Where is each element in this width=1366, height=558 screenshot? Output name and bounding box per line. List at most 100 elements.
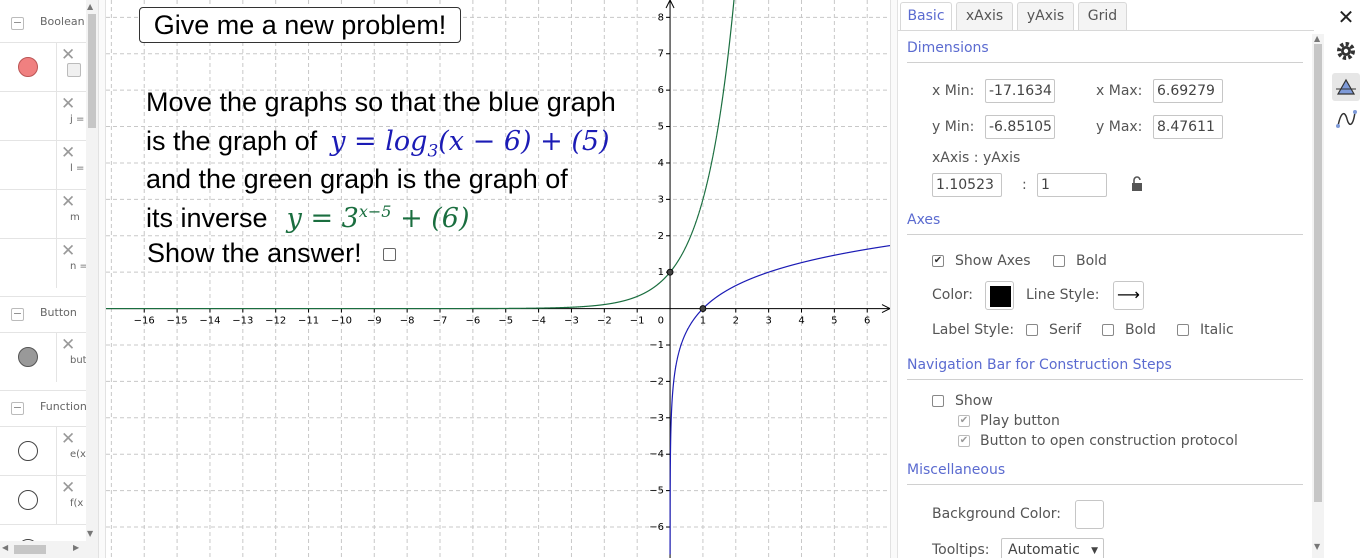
category-label: Button xyxy=(40,306,77,319)
scroll-left-icon[interactable]: ◀ xyxy=(2,543,8,552)
delete-icon[interactable]: ✕ xyxy=(61,145,75,162)
close-icon[interactable]: ✕ xyxy=(1332,3,1360,31)
lock-icon[interactable] xyxy=(1130,176,1146,192)
scroll-up-icon[interactable]: ▲ xyxy=(87,2,93,11)
show-answer-checkbox[interactable] xyxy=(383,248,396,261)
row-definition: l = xyxy=(70,163,85,174)
formula-superscript: x−5 xyxy=(358,202,392,221)
x-tick-label: −6 xyxy=(465,316,480,327)
visibility-marble-icon[interactable] xyxy=(18,441,38,461)
checkbox-icon[interactable] xyxy=(67,63,81,77)
category-boolean[interactable]: − Boolean xyxy=(0,6,86,40)
xmin-label: x Min: xyxy=(932,83,975,99)
new-problem-button[interactable]: Give me a new problem! xyxy=(139,7,461,43)
xmin-field[interactable]: -17.1634 xyxy=(985,79,1055,103)
protocol-checkbox[interactable]: ✔ xyxy=(958,435,970,447)
bg-color-button[interactable] xyxy=(1075,500,1104,529)
delete-icon[interactable]: ✕ xyxy=(61,47,75,64)
collapse-toggle-icon[interactable]: − xyxy=(11,308,24,321)
scroll-down-icon[interactable]: ▼ xyxy=(1314,542,1320,551)
delete-icon[interactable]: ✕ xyxy=(61,480,75,497)
y-tick-label: 7 xyxy=(658,49,664,60)
label-style-label: Label Style: xyxy=(932,322,1015,338)
algebra-row[interactable]: ✕ j = xyxy=(0,91,86,141)
tab-xaxis[interactable]: xAxis xyxy=(956,2,1013,30)
tab-yaxis[interactable]: yAxis xyxy=(1017,2,1074,30)
properties-scrollbar[interactable]: ▲ ▼ xyxy=(1312,34,1324,558)
algebra-row[interactable]: ✕ l = xyxy=(0,140,86,190)
xmax-field[interactable]: 6.69279 xyxy=(1153,79,1223,103)
row-definition: but xyxy=(70,355,87,366)
graphics-view-icon[interactable] xyxy=(1332,73,1360,101)
scroll-down-icon[interactable]: ▼ xyxy=(87,529,93,538)
scroll-thumb[interactable] xyxy=(1314,44,1322,502)
bold-label-checkbox[interactable] xyxy=(1102,324,1114,336)
show-axes-checkbox[interactable]: ✔ xyxy=(932,255,944,267)
scroll-right-icon[interactable]: ▶ xyxy=(73,543,79,552)
intersection-point xyxy=(666,268,674,276)
y-tick-label: 5 xyxy=(658,122,664,133)
ymax-field[interactable]: 8.47611 xyxy=(1153,115,1223,139)
graph-canvas[interactable]: −16 −15 −14 −13 −12 −11 −10 −9 −8 −7 −6 −5 −4 −3 −2 −1 1… xyxy=(106,0,890,558)
play-button-checkbox[interactable]: ✔ xyxy=(958,415,970,427)
algebra-row[interactable]: ✕ f(x xyxy=(0,475,86,525)
algebra-row[interactable]: ✕ m xyxy=(0,189,86,239)
show-nav-checkbox[interactable] xyxy=(932,395,944,407)
ratio-y-field[interactable]: 1 xyxy=(1037,173,1107,197)
y-tick-label: 4 xyxy=(658,158,664,169)
hscroll-thumb[interactable] xyxy=(14,545,46,554)
axis-color-button[interactable] xyxy=(985,281,1014,310)
protocol-label: Button to open construction protocol xyxy=(980,433,1238,449)
scroll-thumb[interactable] xyxy=(88,14,96,128)
delete-icon[interactable]: ✕ xyxy=(61,337,75,354)
delete-icon[interactable]: ✕ xyxy=(61,431,75,448)
algebra-scrollbar[interactable]: ▲ ▼ xyxy=(86,0,98,541)
visibility-marble-icon[interactable] xyxy=(18,490,38,510)
algebra-row[interactable]: ✕ but xyxy=(0,332,87,382)
tooltips-select[interactable]: Automatic ▼ xyxy=(1001,538,1104,558)
x-tick-label: −14 xyxy=(199,316,220,327)
y-tick-label: −4 xyxy=(649,449,664,460)
x-tick-label: −7 xyxy=(433,316,448,327)
italic-checkbox[interactable] xyxy=(1177,324,1189,336)
row-divider xyxy=(56,333,57,382)
bold-label: Bold xyxy=(1076,253,1107,269)
ymin-field[interactable]: -6.85105 xyxy=(985,115,1055,139)
row-definition: m xyxy=(70,212,80,223)
visibility-marble-icon[interactable] xyxy=(18,57,38,77)
delete-icon[interactable]: ✕ xyxy=(61,243,75,260)
algebra-row[interactable]: ✕ n = xyxy=(0,238,88,288)
category-button[interactable]: − Button xyxy=(0,296,86,330)
algebra-row[interactable]: ✕ e(x xyxy=(0,426,86,476)
visibility-marble-icon[interactable] xyxy=(18,347,38,367)
x-tick-label: −16 xyxy=(134,316,155,327)
splitter-left[interactable] xyxy=(98,0,106,558)
bold-checkbox[interactable] xyxy=(1053,255,1065,267)
tab-grid[interactable]: Grid xyxy=(1078,2,1127,30)
line-style-arrow-icon[interactable]: ⟶ xyxy=(1113,281,1144,310)
x-tick-label: 3 xyxy=(765,316,771,327)
delete-icon[interactable]: ✕ xyxy=(61,96,75,113)
x-tick-label: 6 xyxy=(864,316,870,327)
row-divider xyxy=(56,92,57,141)
scroll-up-icon[interactable]: ▲ xyxy=(1314,34,1320,43)
row-definition: e(x xyxy=(70,449,86,460)
collapse-toggle-icon[interactable]: − xyxy=(11,17,24,30)
section-title-navigation: Navigation Bar for Construction Steps xyxy=(907,357,1172,373)
tab-basic[interactable]: Basic xyxy=(900,2,952,30)
category-function[interactable]: − Function xyxy=(0,390,87,424)
x-tick-label: −8 xyxy=(400,316,415,327)
algebra-row[interactable]: ✕ xyxy=(0,42,86,92)
ratio-x-field[interactable]: 1.10523 xyxy=(932,173,1002,197)
collapse-toggle-icon[interactable]: − xyxy=(11,402,24,415)
section-title-misc: Miscellaneous xyxy=(907,462,1006,478)
gear-icon[interactable] xyxy=(1332,37,1360,65)
section-divider xyxy=(907,379,1303,380)
serif-checkbox[interactable] xyxy=(1026,324,1038,336)
delete-icon[interactable]: ✕ xyxy=(61,194,75,211)
splitter-right[interactable] xyxy=(890,0,898,558)
algebra-view-icon[interactable] xyxy=(1332,105,1360,133)
algebra-hscrollbar[interactable]: ◀ ▶ xyxy=(0,541,98,558)
row-divider xyxy=(56,43,57,92)
graphics-view[interactable]: −16 −15 −14 −13 −12 −11 −10 −9 −8 −7 −6 −5 −4 −3 −2 −1 1… xyxy=(106,0,890,558)
